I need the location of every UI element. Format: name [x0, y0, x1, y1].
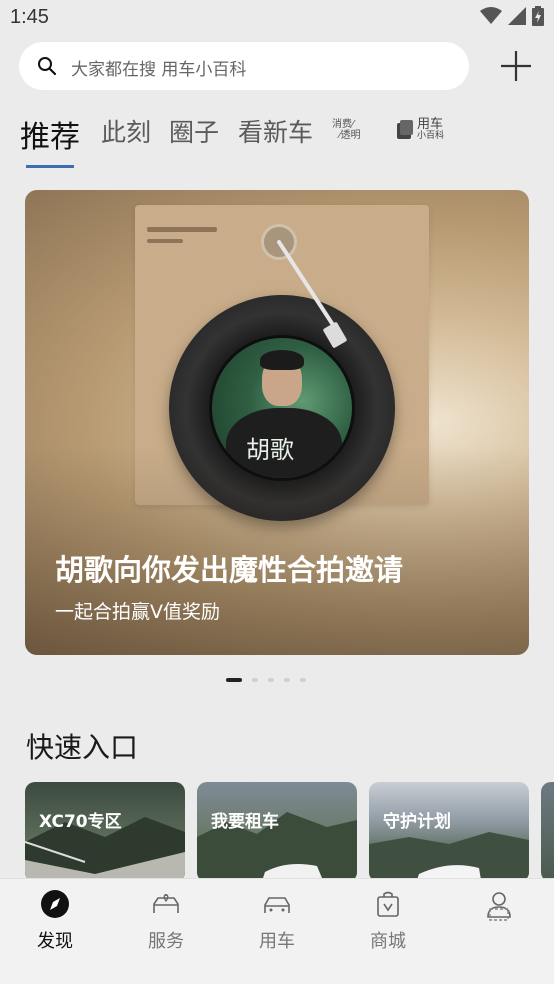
tab-consumption-bottom: 透明: [340, 130, 361, 141]
banner-title: 胡歌向你发出魔性合拍邀请: [55, 553, 404, 587]
bottom-nav: 发现 服务 用车 商城: [0, 878, 554, 984]
nav-profile[interactable]: [454, 889, 544, 923]
tab-encyclopedia-top: 用车: [417, 117, 444, 132]
tab-consumption[interactable]: 消费⁄ ⁄透明: [332, 119, 361, 141]
book-icon: [397, 119, 413, 139]
carousel-dot: [300, 678, 306, 682]
carousel-dot: [252, 678, 258, 682]
nav-label: 发现: [37, 931, 73, 952]
tab-new-car[interactable]: 看新车: [238, 113, 313, 149]
nav-discover[interactable]: 发现: [10, 889, 100, 953]
nav-label: 服务: [148, 931, 184, 952]
carousel-dot: [284, 678, 290, 682]
status-bar: 1:45: [0, 0, 554, 38]
carousel-dot: [268, 678, 274, 682]
search-icon: [38, 57, 57, 76]
promo-banner[interactable]: 胡歌 胡歌向你发出魔性合拍邀请 一起合拍赢V值奖励: [25, 190, 529, 655]
nav-label: 商城: [370, 931, 406, 952]
car-icon: [264, 897, 290, 913]
tab-encyclopedia-bottom: 小百科: [417, 131, 445, 141]
nav-mall[interactable]: 商城: [343, 889, 433, 953]
banner-subtitle: 一起合拍赢V值奖励: [55, 601, 220, 623]
quick-entry-label: 我要租车: [211, 812, 279, 832]
tab-active-indicator: [26, 165, 74, 168]
tab-encyclopedia[interactable]: 用车 小百科: [396, 118, 444, 141]
nav-label: 用车: [259, 931, 295, 952]
status-time: 1:45: [10, 6, 49, 28]
nav-car[interactable]: 用车: [232, 889, 322, 953]
carousel-indicator: [226, 678, 306, 682]
tab-recommend[interactable]: 推荐: [20, 112, 80, 156]
tab-consumption-top: 消费: [332, 119, 352, 130]
tab-now[interactable]: 此刻: [101, 113, 151, 149]
compass-icon: [41, 890, 69, 918]
quick-entry-xc70[interactable]: XC70专区: [25, 782, 185, 882]
tab-circle[interactable]: 圈子: [169, 113, 219, 149]
search-bar[interactable]: 大家都在搜 用车小百科: [19, 42, 469, 90]
wifi-icon: [480, 7, 502, 24]
quick-entry-next[interactable]: [541, 782, 554, 882]
car-heart-icon: [153, 894, 179, 913]
quick-entry-rent-car[interactable]: 我要租车: [197, 782, 357, 882]
quick-entry-title: 快速入口: [26, 731, 139, 764]
battery-icon: [532, 6, 544, 26]
search-placeholder: 大家都在搜 用车小百科: [71, 60, 247, 80]
carousel-dot: [226, 678, 242, 682]
add-icon[interactable]: [498, 48, 534, 84]
quick-entry-label: 守护计划: [383, 812, 451, 832]
quick-entry-guard-plan[interactable]: 守护计划: [369, 782, 529, 882]
nav-service[interactable]: 服务: [121, 889, 211, 953]
quick-entry-label: XC70专区: [39, 812, 122, 832]
signal-icon: [508, 7, 526, 25]
shopping-bag-icon: [377, 891, 399, 917]
